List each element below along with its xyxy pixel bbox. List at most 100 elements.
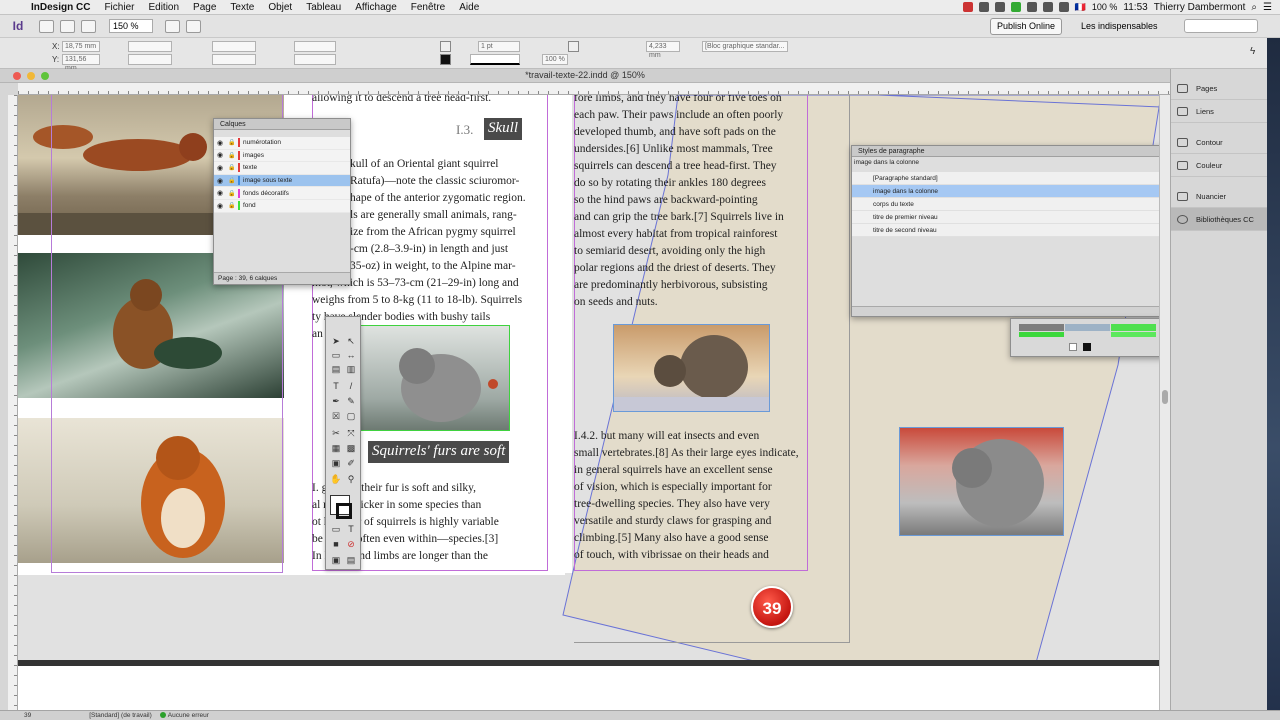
content-placer-icon[interactable]: ▥	[345, 363, 357, 375]
layers-panel-title[interactable]: Calques	[214, 119, 350, 130]
pages-panel-tab[interactable]: Pages	[1171, 77, 1267, 100]
cloud-icon[interactable]	[994, 2, 1005, 12]
preflight-profile[interactable]: [Standard] (de travail)	[89, 712, 152, 719]
note-tool-icon[interactable]: ▣	[330, 457, 342, 469]
apply-none-icon[interactable]: ⊘	[345, 538, 357, 550]
hand-tool-icon[interactable]: ✋	[330, 473, 342, 485]
eye-icon[interactable]: ◉	[214, 164, 226, 172]
layers-panel[interactable]: Calques ◉ 🔒 numérotation ◉ 🔒 images ◉ 🔒 tex…	[213, 118, 351, 285]
eyedropper-icon[interactable]: ✐	[345, 457, 357, 469]
close-window-icon[interactable]	[13, 72, 21, 80]
wifi-icon[interactable]	[1058, 2, 1069, 12]
stroke-color-icon[interactable]	[336, 503, 352, 519]
gradient-feather-icon[interactable]: ▩	[345, 442, 357, 454]
preflight-status[interactable]: Aucune erreur	[159, 712, 209, 719]
lock-icon[interactable]: 🔒	[226, 190, 238, 197]
minibridge-button[interactable]	[60, 19, 75, 33]
pencil-tool-icon[interactable]: ✎	[345, 395, 357, 407]
status-icon[interactable]	[1010, 2, 1021, 12]
pen-tool-icon[interactable]: ✒	[330, 395, 342, 407]
vertical-ruler[interactable]	[8, 95, 18, 710]
layer-row[interactable]: ◉ 🔒 texte	[214, 162, 350, 175]
status-icon[interactable]	[978, 2, 989, 12]
x-field[interactable]: 18,75 mm	[62, 41, 100, 52]
screen-mode-icon[interactable]: ▣	[330, 554, 342, 566]
zoom-level[interactable]: 150 %	[109, 19, 153, 33]
object-style-select[interactable]: [Bloc graphique standar...	[702, 41, 788, 52]
gradient-tool-icon[interactable]: ▦	[330, 442, 342, 454]
fill-swatch[interactable]	[440, 41, 451, 52]
line-tool-icon[interactable]: /	[345, 380, 357, 392]
heading-skull[interactable]: Skull	[484, 118, 522, 140]
eye-icon[interactable]: ◉	[214, 177, 226, 185]
style-item[interactable]: titre de second niveau	[852, 224, 1167, 237]
menu-edition[interactable]: Edition	[141, 2, 186, 13]
eye-icon[interactable]: ◉	[214, 202, 226, 210]
layer-row[interactable]: ◉ 🔒 images	[214, 149, 350, 163]
pasteboard-squirrel-image[interactable]	[899, 427, 1064, 536]
y-field[interactable]: 131,56 mm	[62, 54, 100, 72]
heading-furs[interactable]: Squirrels' furs are soft	[368, 441, 510, 463]
next-spread-preview[interactable]	[18, 660, 1170, 710]
vertical-scrollbar[interactable]	[1159, 95, 1170, 710]
free-transform-icon[interactable]: ⤧	[345, 427, 357, 439]
gap-tool-icon[interactable]: ↔	[345, 349, 357, 361]
layer-row[interactable]: ◉ 🔒 fonds décoratifs	[214, 187, 350, 200]
type-tool-icon[interactable]: T	[330, 380, 342, 392]
style-item[interactable]: titre de premier niveau	[852, 211, 1167, 224]
status-icon[interactable]	[962, 2, 973, 12]
notification-icon[interactable]: ☰	[1263, 2, 1272, 13]
lock-icon[interactable]: 🔒	[226, 164, 238, 171]
scissors-tool-icon[interactable]: ✂	[330, 427, 342, 439]
width-field[interactable]	[128, 41, 172, 52]
swatch-green[interactable]	[1111, 324, 1156, 331]
page-tool-icon[interactable]: ▭	[330, 349, 342, 361]
swatch-black[interactable]	[1083, 343, 1091, 351]
squirrel-photo-right[interactable]	[613, 324, 770, 412]
style-item[interactable]: corps du texte	[852, 198, 1167, 211]
swatch-grey[interactable]	[1019, 324, 1064, 331]
formatting-container-icon[interactable]: ▭	[330, 523, 342, 535]
menu-texte[interactable]: Texte	[223, 2, 261, 13]
paragraph-styles-panel[interactable]: Styles de paragraphe image dans la colon…	[851, 145, 1168, 317]
minimize-window-icon[interactable]	[27, 72, 35, 80]
status-icon[interactable]	[1042, 2, 1053, 12]
swatch-blue[interactable]	[1065, 324, 1110, 331]
scale-y-field[interactable]	[212, 54, 256, 65]
color-panel-tab[interactable]: Couleur	[1171, 154, 1267, 177]
formatting-text-icon[interactable]: T	[345, 523, 357, 535]
arrange-documents-button[interactable]	[186, 19, 201, 33]
styles-panel-title[interactable]: Styles de paragraphe	[852, 146, 1167, 157]
shear-field[interactable]	[294, 54, 336, 65]
style-item[interactable]: [Paragraphe standard]	[852, 172, 1167, 185]
inline-squirrel-image[interactable]	[360, 325, 510, 431]
cc-libraries-panel-tab[interactable]: Bibliothèques CC	[1171, 208, 1267, 231]
user-name[interactable]: Thierry Dambermont	[1154, 2, 1246, 13]
left-text-frame[interactable]: kull of an Oriental giant squirrel Ratuf…	[350, 156, 548, 275]
stroke-panel-tab[interactable]: Contour	[1171, 131, 1267, 154]
swatches-panel-tab[interactable]: Nuancier	[1171, 185, 1267, 208]
lock-icon[interactable]: 🔒	[226, 202, 238, 209]
rotation-field[interactable]	[294, 41, 336, 52]
opacity-field[interactable]: 100 %	[542, 54, 568, 65]
height-field[interactable]	[128, 54, 172, 65]
status-icon[interactable]	[1026, 2, 1037, 12]
layer-row[interactable]: ◉ 🔒 numérotation	[214, 137, 350, 150]
lock-icon[interactable]: 🔒	[226, 139, 238, 146]
flag-icon[interactable]: 🇫🇷	[1075, 2, 1086, 13]
bridge-button[interactable]	[39, 19, 54, 33]
search-input[interactable]	[1184, 19, 1258, 33]
menu-page[interactable]: Page	[186, 2, 223, 13]
style-item-selected[interactable]: image dans la colonne	[852, 185, 1167, 198]
direct-selection-tool-icon[interactable]: ↖	[345, 335, 357, 347]
swatches-strip[interactable]	[1010, 318, 1168, 357]
content-collector-icon[interactable]: ▤	[330, 363, 342, 375]
swatch-white[interactable]	[1069, 343, 1077, 351]
screen-mode-button[interactable]	[165, 19, 180, 33]
links-panel-tab[interactable]: Liens	[1171, 100, 1267, 123]
lock-icon[interactable]: 🔒	[226, 152, 238, 159]
eye-icon[interactable]: ◉	[214, 151, 226, 159]
menu-affichage[interactable]: Affichage	[348, 2, 404, 13]
stroke-type-select[interactable]	[470, 54, 520, 65]
document-tab[interactable]: *travail-texte-22.indd @ 150%	[0, 69, 1170, 83]
